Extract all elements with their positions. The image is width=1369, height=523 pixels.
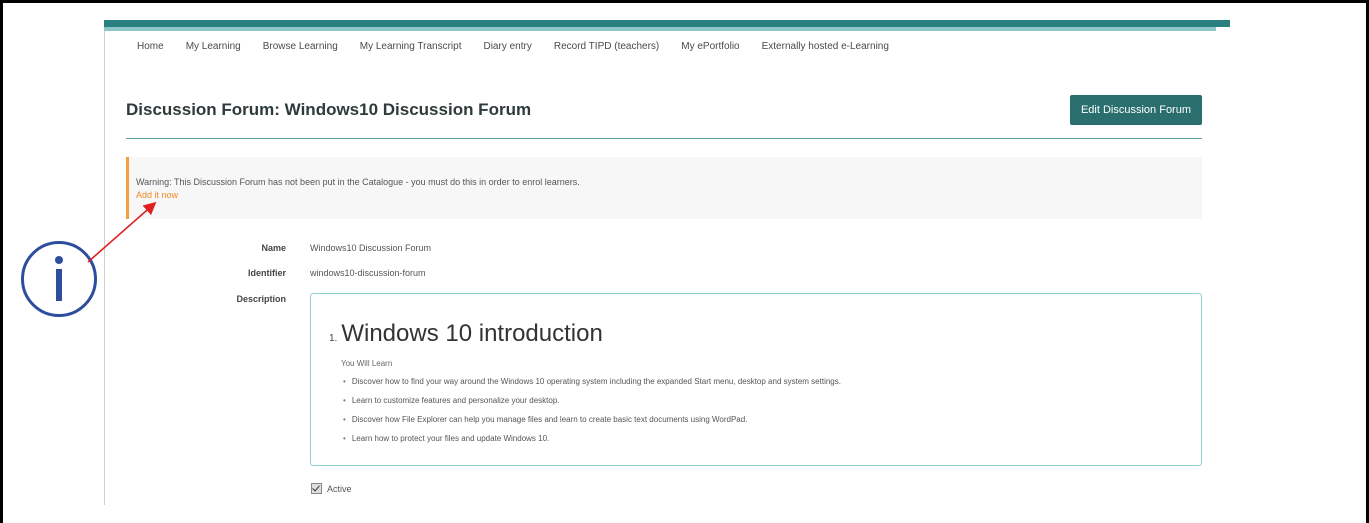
warning-message: Warning: This Discussion Forum has not b… — [136, 177, 580, 187]
name-label: Name — [261, 243, 286, 253]
learning-objectives-list: Discover how to find your way around the… — [343, 377, 841, 453]
nav-item-home[interactable]: Home — [137, 41, 164, 52]
nav-item-diary-entry[interactable]: Diary entry — [483, 41, 531, 52]
nav-item-my-eportfolio[interactable]: My ePortfolio — [681, 41, 739, 52]
edit-discussion-forum-button[interactable]: Edit Discussion Forum — [1070, 95, 1202, 125]
main-navigation: Home My Learning Browse Learning My Lear… — [137, 41, 911, 52]
heading-title: Windows 10 introduction — [341, 320, 603, 347]
you-will-learn-text: You Will Learn — [341, 359, 393, 368]
list-item: Learn to customize features and personal… — [343, 396, 841, 415]
active-label: Active — [327, 483, 352, 494]
annotation-arrow-icon — [87, 201, 157, 263]
list-item: Discover how File Explorer can help you … — [343, 415, 841, 434]
header-bar — [104, 20, 1230, 27]
identifier-value: windows10-discussion-forum — [310, 268, 426, 278]
active-setting: Active — [311, 483, 352, 494]
nav-item-browse-learning[interactable]: Browse Learning — [263, 41, 338, 52]
title-divider — [126, 138, 1202, 139]
nav-item-externally-hosted-elearning[interactable]: Externally hosted e-Learning — [762, 41, 889, 52]
description-content: 1. Windows 10 introduction You Will Lear… — [310, 293, 1202, 466]
description-label: Description — [236, 294, 286, 304]
heading-number: 1. — [329, 333, 338, 344]
description-heading: 1. Windows 10 introduction — [329, 320, 603, 348]
name-value: Windows10 Discussion Forum — [310, 243, 432, 253]
header-bar-accent — [104, 27, 1216, 31]
identifier-label: Identifier — [247, 268, 286, 278]
catalogue-warning: Warning: This Discussion Forum has not b… — [126, 157, 1202, 219]
active-checkbox[interactable] — [311, 483, 322, 494]
nav-item-my-learning-transcript[interactable]: My Learning Transcript — [360, 41, 462, 52]
page-title: Discussion Forum: Windows10 Discussion F… — [126, 100, 532, 119]
list-item: Learn how to protect your files and upda… — [343, 434, 841, 453]
nav-item-my-learning[interactable]: My Learning — [186, 41, 241, 52]
nav-item-record-tipd[interactable]: Record TIPD (teachers) — [554, 41, 659, 52]
list-item: Discover how to find your way around the… — [343, 377, 841, 396]
